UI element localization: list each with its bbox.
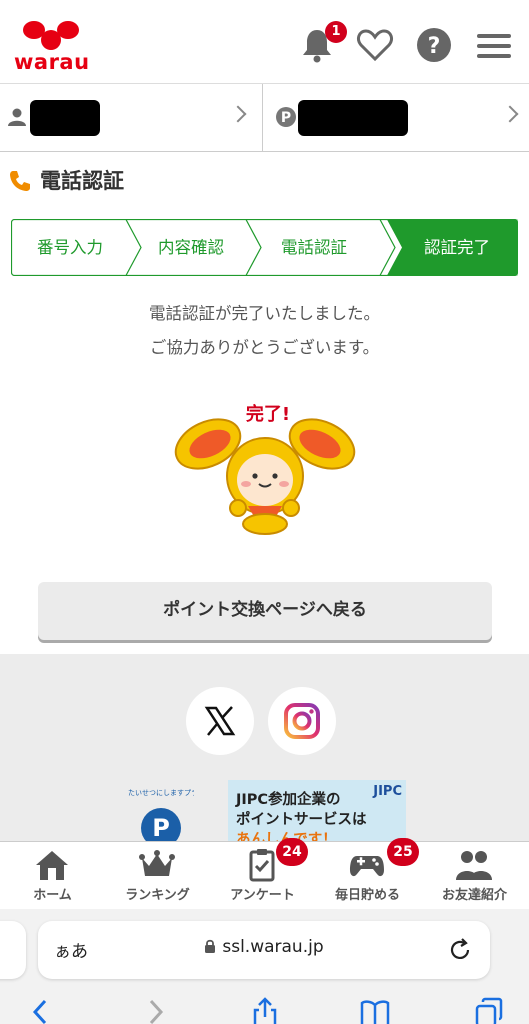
tab-invite-friends[interactable]: お友達紹介 bbox=[420, 842, 529, 908]
jipc-line1: JIPC参加企業の bbox=[236, 792, 341, 808]
logo-text: warau bbox=[14, 50, 90, 74]
privacy-mark-logo[interactable]: P たいせつにしますプライバシー bbox=[128, 788, 194, 842]
address-bar[interactable]: ぁあ ssl.warau.jp bbox=[38, 921, 490, 979]
survey-icon bbox=[249, 849, 275, 882]
step-3: 電話認証 bbox=[281, 238, 347, 257]
tab-daily-label: 毎日貯める bbox=[334, 888, 400, 903]
share-icon[interactable] bbox=[250, 997, 280, 1024]
chevron-right-icon bbox=[229, 105, 247, 123]
chevron-right-icon bbox=[501, 105, 519, 123]
redacted-points bbox=[298, 100, 408, 136]
browser-toolbar: ぁあ ssl.warau.jp bbox=[0, 909, 529, 1024]
site-header: warau 1 ? bbox=[0, 0, 529, 84]
tab-survey-label: アンケート bbox=[230, 888, 295, 903]
user-icon bbox=[8, 108, 26, 126]
page: warau 1 ? P 電話認証 番号入力 内容確認 電話認証 認証完了 電話認… bbox=[0, 0, 529, 1024]
previous-tab-preview[interactable] bbox=[0, 921, 26, 979]
notification-badge: 1 bbox=[325, 21, 347, 43]
svg-text:P: P bbox=[152, 814, 170, 842]
reload-icon[interactable] bbox=[448, 938, 472, 962]
step-1: 番号入力 bbox=[37, 238, 103, 257]
survey-badge: 24 bbox=[276, 838, 308, 866]
site-footer: P たいせつにしますプライバシー JIPC JIPC参加企業の ポイントサービス… bbox=[0, 654, 529, 842]
account-user-link[interactable] bbox=[0, 84, 263, 151]
x-link[interactable] bbox=[186, 687, 254, 755]
step-2: 内容確認 bbox=[158, 238, 224, 257]
url-label: ssl.warau.jp bbox=[222, 937, 324, 957]
tabs-icon[interactable] bbox=[474, 997, 504, 1024]
home-icon bbox=[36, 851, 68, 880]
mascot-complete-image: 完了! bbox=[168, 396, 362, 536]
completion-message-line2: ご協力ありがとうございます。 bbox=[149, 338, 380, 357]
heart-icon[interactable] bbox=[356, 26, 394, 64]
points-icon: P bbox=[276, 107, 296, 127]
tab-ranking-label: ランキング bbox=[125, 888, 190, 903]
tab-daily[interactable]: 25 毎日貯める bbox=[315, 838, 420, 908]
friends-icon bbox=[456, 851, 492, 880]
account-row: P bbox=[0, 84, 529, 152]
forward-icon[interactable] bbox=[140, 997, 170, 1024]
bottom-tab-bar: ホーム ランキング 24 アンケート 25 毎日貯める お友達紹介 bbox=[0, 838, 529, 909]
bookmarks-icon[interactable] bbox=[360, 997, 390, 1024]
jipc-logo: JIPC bbox=[373, 784, 402, 799]
back-to-point-exchange-button[interactable]: ポイント交換ページへ戻る bbox=[38, 582, 492, 640]
jipc-banner[interactable]: JIPC JIPC参加企業の ポイントサービスは あんしんです！ bbox=[228, 780, 406, 842]
x-icon bbox=[204, 706, 236, 736]
phone-icon bbox=[10, 171, 30, 191]
privacy-mark-text: たいせつにしますプライバシー bbox=[128, 789, 194, 797]
gamepad-icon bbox=[350, 856, 384, 877]
account-points-link[interactable]: P bbox=[264, 84, 529, 151]
back-icon[interactable] bbox=[26, 997, 56, 1024]
jipc-line2: ポイントサービスは bbox=[236, 812, 367, 828]
tab-home[interactable]: ホーム bbox=[0, 842, 105, 908]
step-4-current: 認証完了 bbox=[424, 238, 490, 257]
tab-invite-friends-label: お友達紹介 bbox=[441, 888, 507, 903]
tab-ranking[interactable]: ランキング bbox=[105, 842, 210, 908]
svg-text:P: P bbox=[281, 110, 291, 126]
page-title: 電話認証 bbox=[40, 169, 124, 193]
svg-text:?: ? bbox=[428, 34, 441, 59]
tab-survey[interactable]: 24 アンケート bbox=[210, 838, 315, 908]
daily-badge: 25 bbox=[387, 838, 419, 866]
warau-logo[interactable]: warau bbox=[14, 20, 90, 74]
step-progress: 番号入力 内容確認 電話認証 認証完了 bbox=[11, 219, 518, 276]
url-text: ssl.warau.jp bbox=[38, 937, 490, 957]
instagram-link[interactable] bbox=[268, 687, 336, 755]
help-icon[interactable]: ? bbox=[415, 26, 453, 64]
menu-icon[interactable] bbox=[475, 26, 513, 64]
crown-icon bbox=[139, 850, 175, 876]
completion-message-line1: 電話認証が完了いたしました。 bbox=[149, 304, 380, 323]
redacted-username bbox=[30, 100, 100, 136]
logo-mark-icon bbox=[23, 21, 79, 50]
tab-home-label: ホーム bbox=[33, 888, 72, 903]
instagram-icon bbox=[284, 703, 320, 739]
mascot-caption: 完了! bbox=[245, 404, 291, 425]
lock-icon bbox=[205, 939, 216, 953]
